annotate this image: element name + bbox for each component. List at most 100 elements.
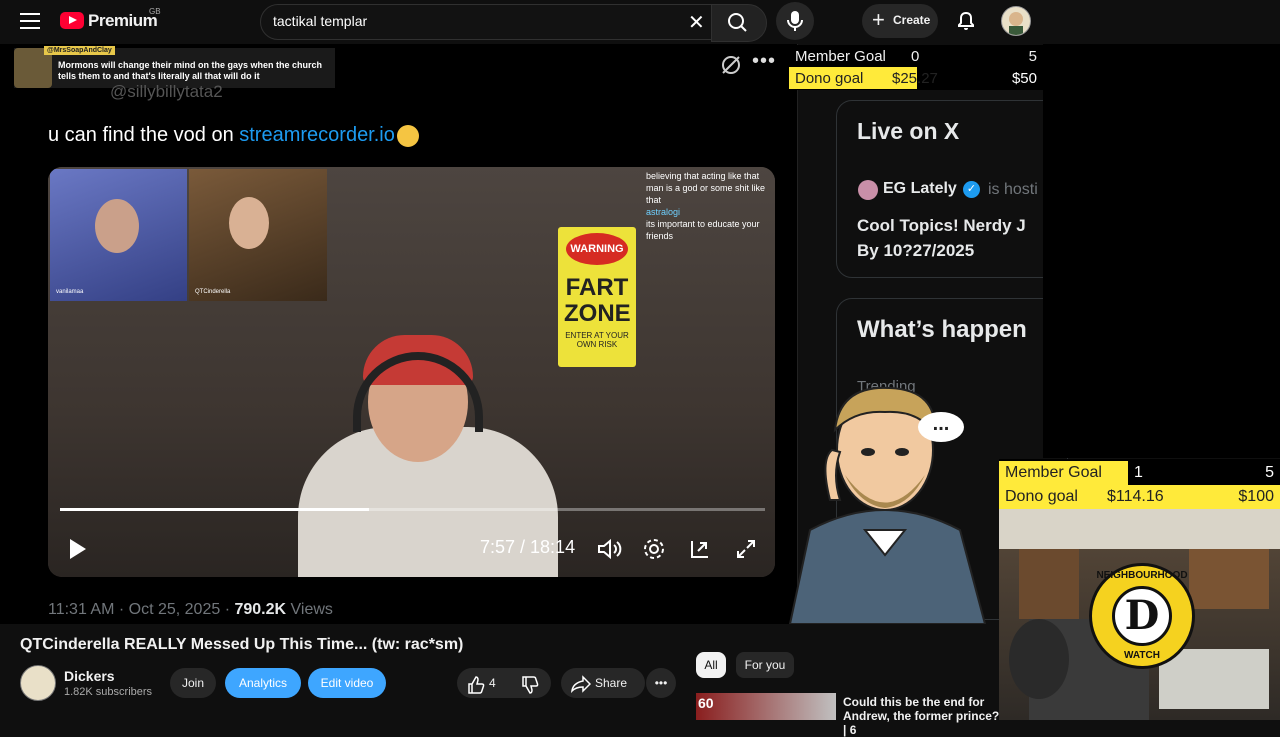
guest-face bbox=[229, 197, 269, 249]
goal-widget-top: Member Goal 0 5 Dono goal $25.27 $50 bbox=[789, 45, 1043, 90]
edit-video-button[interactable]: Edit video bbox=[308, 668, 386, 698]
guest-face bbox=[95, 199, 139, 253]
member-goal-current: 0 bbox=[911, 48, 920, 65]
post-text: u can find the vod on streamrecorder.io bbox=[48, 124, 419, 147]
overlay-chat-line-2: its important to educate your friends bbox=[646, 219, 760, 241]
time-display: 7:57 / 18:14 bbox=[480, 537, 576, 557]
post-text-prefix: u can find the vod on bbox=[48, 124, 240, 146]
share-label: Share bbox=[595, 676, 628, 690]
views-count: 790.2K bbox=[234, 601, 287, 618]
member-goal-target: 5 bbox=[1028, 48, 1037, 65]
play-button[interactable] bbox=[68, 537, 88, 566]
live-title: Live on X bbox=[857, 118, 960, 144]
neighbourhood-watch-logo: NEIGHBOURHOOD D WATCH bbox=[1089, 563, 1195, 669]
badge-top-text: NEIGHBOURHOOD bbox=[1096, 570, 1188, 581]
overlay-chat-user: astralogi bbox=[646, 207, 681, 217]
dono-goal-label: Dono goal bbox=[1005, 488, 1078, 505]
subscriber-count: 1.82K subscribers bbox=[64, 686, 153, 698]
warning-sign: WARNING FART ZONE ENTER AT YOUR OWN RISK bbox=[558, 227, 636, 367]
channel-avatar[interactable] bbox=[20, 665, 56, 701]
recommended-title[interactable]: Could this be the end for Andrew, the fo… bbox=[843, 695, 1003, 737]
overlay-chat-line-1: believing that acting like that man is a… bbox=[646, 171, 766, 205]
vtuber-avatar bbox=[788, 386, 987, 624]
youtube-logo-icon[interactable] bbox=[60, 12, 84, 29]
miniplayer-icon[interactable] bbox=[688, 537, 712, 566]
warning-sign-main: FART ZONE bbox=[564, 274, 631, 327]
post-timestamp: 11:31 AM · Oct 25, 2025 · bbox=[48, 601, 235, 618]
views-label: Views bbox=[286, 601, 333, 618]
dono-goal-row: Dono goal $25.27 $50 bbox=[789, 67, 1043, 89]
analytics-button[interactable]: Analytics bbox=[225, 668, 301, 698]
like-button[interactable] bbox=[467, 675, 485, 705]
warning-sign-top: WARNING bbox=[566, 233, 628, 265]
progress-fill bbox=[60, 508, 369, 511]
post-link: streamrecorder.io bbox=[239, 124, 395, 146]
goal-widget-bottom: Member Goal 1 5 Dono goal $114.16 $100 bbox=[999, 459, 1280, 509]
dono-goal-row: Dono goal $114.16 $100 bbox=[999, 485, 1280, 509]
speech-bubble: ... bbox=[918, 412, 964, 442]
menu-icon[interactable] bbox=[20, 13, 40, 29]
badge-bottom-text: WATCH bbox=[1124, 650, 1160, 661]
member-goal-row: Member Goal 1 5 bbox=[999, 461, 1280, 485]
member-goal-label: Member Goal bbox=[795, 48, 886, 65]
microphone-icon bbox=[787, 11, 803, 31]
search-icon bbox=[728, 13, 747, 32]
host-status: is hosti bbox=[988, 181, 1038, 198]
guest-cam-1: vanilamaa bbox=[50, 169, 187, 301]
share-icon bbox=[570, 674, 592, 704]
chat-username: @MrsSoapAndClay bbox=[44, 46, 115, 55]
notifications-bell-icon[interactable] bbox=[955, 10, 977, 37]
like-dislike-group: 4 bbox=[457, 668, 551, 698]
tab-all[interactable]: All bbox=[696, 652, 726, 678]
search-button[interactable] bbox=[711, 4, 767, 42]
recommended-thumbnail[interactable]: 60 bbox=[696, 693, 836, 720]
channel-name[interactable]: Dickers bbox=[64, 668, 115, 684]
join-button[interactable]: Join bbox=[170, 668, 216, 698]
empty-area bbox=[1043, 44, 1280, 458]
tab-for-you[interactable]: For you bbox=[736, 652, 794, 678]
chat-message: Mormons will change their mind on the ga… bbox=[58, 60, 323, 81]
clear-search-icon[interactable]: ✕ bbox=[688, 10, 705, 35]
rec-channel-badge: 60 bbox=[698, 695, 714, 711]
dono-goal-current: $114.16 bbox=[1107, 488, 1164, 505]
thumbs-down-icon bbox=[522, 676, 539, 694]
post-meta: 11:31 AM · Oct 25, 2025 · 790.2K Views bbox=[48, 601, 333, 619]
brand-label[interactable]: Premium bbox=[88, 11, 158, 31]
plus-icon: + bbox=[872, 7, 885, 32]
create-label: Create bbox=[893, 13, 931, 27]
share-button[interactable]: Share bbox=[561, 668, 645, 698]
dislike-button[interactable] bbox=[521, 675, 539, 705]
volume-icon[interactable] bbox=[596, 537, 622, 566]
dono-goal-target: $50 bbox=[1011, 70, 1037, 87]
warning-sign-bottom: ENTER AT YOUR OWN RISK bbox=[565, 331, 629, 349]
member-goal-current: 1 bbox=[1134, 464, 1143, 481]
like-count: 4 bbox=[489, 676, 496, 690]
fullscreen-icon[interactable] bbox=[734, 537, 758, 566]
thumbs-up-icon bbox=[468, 676, 485, 694]
guest-cam-2: QTCinderella bbox=[189, 169, 327, 301]
voice-search-button[interactable] bbox=[776, 2, 814, 40]
account-avatar[interactable] bbox=[1001, 6, 1031, 36]
dono-goal-current: $25.27 bbox=[892, 70, 938, 87]
video-title: QTCinderella REALLY Messed Up This Time.… bbox=[20, 636, 464, 653]
dono-goal-label: Dono goal bbox=[795, 70, 864, 87]
settings-gear-icon[interactable] bbox=[642, 537, 666, 566]
more-options-icon: ••• bbox=[752, 50, 777, 72]
region-label: GB bbox=[149, 7, 161, 16]
search-input[interactable]: tactikal templar bbox=[273, 13, 367, 29]
grok-icon bbox=[720, 54, 742, 81]
member-goal-target: 5 bbox=[1265, 464, 1274, 481]
more-actions-button[interactable]: ••• bbox=[646, 668, 676, 698]
stream-chat-overlay: believing that acting like that man is a… bbox=[646, 170, 774, 242]
host-avatar bbox=[858, 180, 878, 200]
member-goal-label: Member Goal bbox=[1005, 464, 1102, 481]
emoji-icon bbox=[396, 124, 419, 147]
post-handle: @sillybillytata2 bbox=[110, 82, 223, 101]
whats-happening-title: What’s happen bbox=[857, 316, 1027, 343]
verified-badge-icon: ✓ bbox=[963, 181, 980, 198]
dono-goal-target: $100 bbox=[1238, 488, 1274, 505]
guest-label-2: QTCinderella bbox=[195, 289, 231, 295]
host-name: EG Lately bbox=[883, 180, 957, 197]
space-title: Cool Topics! Nerdy J By 10?27/2025 bbox=[857, 216, 1026, 260]
embedded-stream: vanilamaa QTCinderella WARNING FART ZONE… bbox=[48, 167, 775, 577]
